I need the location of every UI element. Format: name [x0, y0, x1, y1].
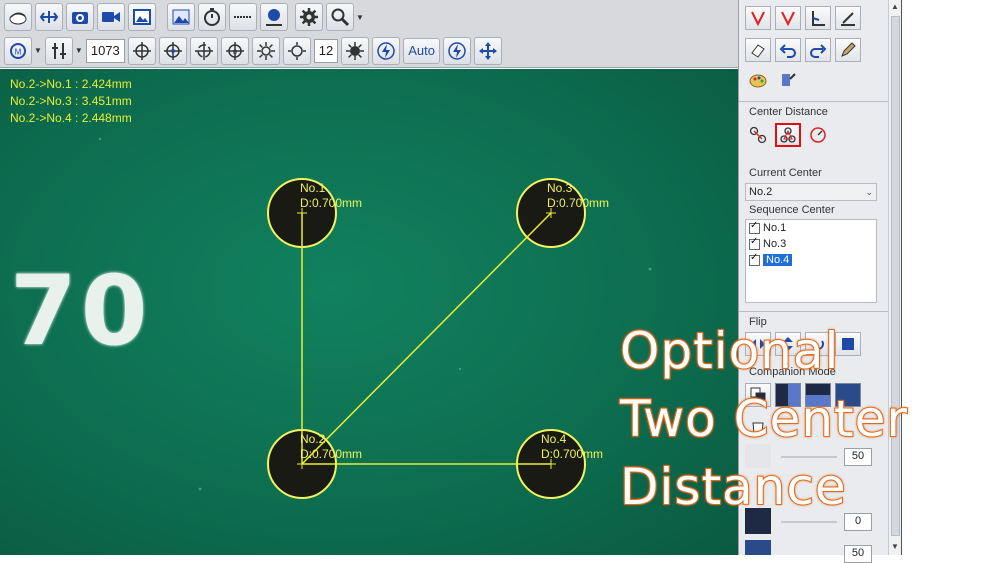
hole-label: No.1 D:0.700mm	[300, 181, 362, 211]
center-distance-title: Center Distance	[749, 106, 828, 118]
hole-label: No.4 D:0.700mm	[541, 432, 603, 462]
gear-icon[interactable]	[295, 3, 323, 31]
main-toolbar: ▼	[0, 0, 738, 34]
slider-value[interactable]: 50	[844, 545, 872, 563]
distance-line-no2-no3	[301, 212, 552, 465]
search-icon[interactable]	[326, 3, 354, 31]
undo-icon[interactable]	[775, 38, 801, 62]
palette-icon[interactable]	[745, 68, 771, 92]
flash-icon[interactable]	[372, 36, 401, 65]
video-icon[interactable]	[97, 3, 125, 31]
move-icon[interactable]	[473, 36, 502, 65]
hole-diameter: D:0.700mm	[300, 196, 363, 210]
slider-value[interactable]: 0	[844, 513, 872, 531]
hole-name: No.4	[541, 432, 567, 446]
hand-icon[interactable]	[4, 3, 32, 31]
scroll-up-icon[interactable]: ▲	[889, 2, 901, 11]
crosshair-rotate-icon[interactable]	[189, 36, 218, 65]
timer-icon[interactable]	[198, 3, 226, 31]
angle-tool-icon[interactable]	[805, 6, 831, 30]
circle-radius-icon[interactable]	[805, 123, 831, 147]
compare-arrows-icon[interactable]	[35, 3, 63, 31]
hole-diameter: D:0.700mm	[547, 196, 610, 210]
image-edit-icon[interactable]	[128, 3, 156, 31]
color-brush-icon[interactable]	[775, 68, 801, 92]
hole-diameter: D:0.700mm	[541, 447, 604, 461]
v-shape-tool-icon[interactable]	[775, 6, 801, 30]
chevron-down-icon[interactable]: ▼	[75, 46, 83, 55]
white-balance-icon[interactable]: M	[4, 36, 32, 65]
board-marking: 70	[10, 255, 152, 367]
hole-label: No.2 D:0.700mm	[300, 432, 362, 462]
list-item[interactable]: No.3	[746, 236, 876, 252]
current-center-select[interactable]: No.2 ⌄	[745, 183, 877, 201]
chevron-down-icon[interactable]: ▼	[34, 46, 42, 55]
sequence-center-list[interactable]: No.1 No.3 No.4	[745, 219, 877, 303]
auto-exposure-button[interactable]: Auto	[403, 37, 440, 64]
panel-scrollbar[interactable]: ▲ ▼	[888, 0, 902, 555]
hole-name: No.2	[300, 432, 326, 446]
slider[interactable]	[781, 521, 837, 523]
chevron-down-icon[interactable]: ▼	[356, 13, 364, 22]
slope-tool-icon[interactable]	[835, 6, 861, 30]
redo-icon[interactable]	[805, 38, 831, 62]
v-angle-tool-icon[interactable]	[745, 6, 771, 30]
hole-name: No.1	[300, 181, 326, 195]
gamma-icon[interactable]	[282, 36, 311, 65]
camera-icon[interactable]	[66, 3, 94, 31]
sequence-center-label: Sequence Center	[749, 204, 835, 216]
exposure-value[interactable]: 1073	[85, 38, 125, 63]
caption-line: Distance	[619, 457, 847, 517]
pencil-icon[interactable]	[835, 38, 861, 62]
divider	[739, 311, 889, 312]
eraser-icon[interactable]	[745, 38, 771, 62]
list-item[interactable]: No.4	[746, 252, 876, 268]
flash-auto-icon[interactable]	[442, 36, 471, 65]
hole-label: No.3 D:0.700mm	[547, 181, 609, 211]
caption-line: Optional	[619, 321, 840, 381]
caption-line: Two Center	[619, 389, 908, 449]
line-measure-icon[interactable]	[229, 3, 257, 31]
checkbox-icon[interactable]	[749, 236, 760, 250]
checkbox-icon[interactable]	[749, 252, 760, 266]
contrast-icon[interactable]	[341, 36, 370, 65]
list-item[interactable]: No.1	[746, 220, 876, 236]
color-swatch[interactable]	[745, 540, 771, 555]
crosshair-gain-icon[interactable]: G	[220, 36, 249, 65]
scrollbar-thumb[interactable]	[891, 16, 900, 536]
current-center-label: Current Center	[749, 167, 822, 179]
distance-readout: No.2->No.1 : 2.424mm	[10, 77, 132, 91]
distance-readout: No.2->No.3 : 3.451mm	[10, 94, 132, 108]
current-center-value: No.2	[749, 186, 773, 198]
scroll-down-icon[interactable]: ▼	[889, 542, 901, 551]
brightness-icon[interactable]	[251, 36, 280, 65]
svg-text:G: G	[232, 50, 237, 56]
gain-value[interactable]: 12	[313, 38, 339, 63]
distance-readout: No.2->No.4 : 2.448mm	[10, 111, 132, 125]
crosshair-icon[interactable]	[127, 36, 156, 65]
slider-value[interactable]: 50	[844, 448, 872, 466]
multi-center-distance-icon[interactable]	[775, 123, 801, 147]
crosshair-plus-icon[interactable]	[158, 36, 187, 65]
checkbox-icon[interactable]	[749, 220, 760, 234]
image-icon[interactable]	[167, 3, 195, 31]
circle-distance-icon[interactable]	[745, 123, 771, 147]
hole-diameter: D:0.700mm	[300, 447, 363, 461]
divider	[739, 101, 889, 102]
camera-toolbar: M ▼ ▼ 1073 G 12 Auto	[0, 34, 738, 68]
chevron-down-icon[interactable]: ⌄	[865, 184, 873, 200]
hole-name: No.3	[547, 181, 573, 195]
exposure-icon[interactable]	[44, 36, 73, 65]
point-icon[interactable]	[260, 3, 288, 31]
svg-text:M: M	[15, 47, 22, 56]
